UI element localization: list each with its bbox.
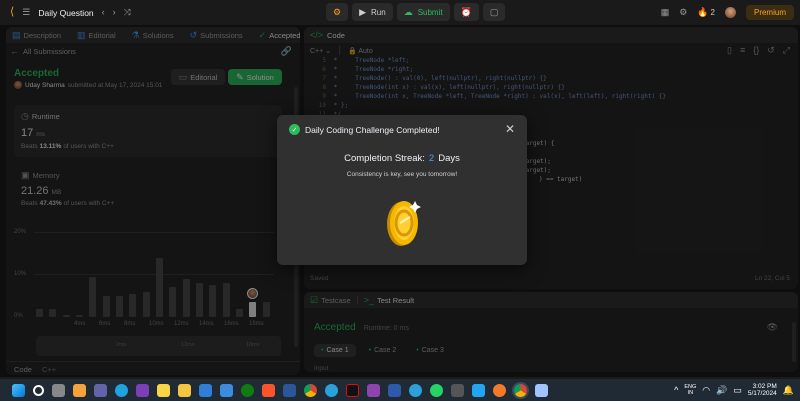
modal-message: Consistency is key, see you tomorrow! [346, 171, 458, 178]
edge-icon[interactable] [115, 383, 128, 397]
vscode-icon[interactable] [472, 383, 485, 397]
file-explorer-icon[interactable] [178, 383, 191, 397]
gold-coin-icon [387, 201, 421, 246]
problem-list-title[interactable]: Daily Question [38, 8, 93, 18]
word-icon[interactable] [283, 383, 296, 397]
premium-button[interactable]: Premium [745, 4, 794, 20]
bug-icon: ⚙ [333, 6, 342, 17]
chrome-active-icon[interactable] [514, 383, 527, 397]
task-view-icon[interactable] [52, 383, 65, 397]
store-icon[interactable] [220, 383, 233, 397]
sticky-notes-icon[interactable] [157, 383, 170, 397]
xbox-icon[interactable] [241, 383, 254, 397]
windows-taskbar: ^ ENG IN ◠ 🔊 ▭ 3:02 PM 5/17/2024 🔔 [0, 379, 800, 401]
teams-icon[interactable] [94, 383, 107, 397]
battery-icon[interactable]: ▭ [733, 385, 742, 395]
settings-gear-icon[interactable]: ⚙ [679, 7, 687, 17]
modal-title: Daily Coding Challenge Completed! [305, 124, 440, 135]
shuffle-icon[interactable]: ⤨ [124, 8, 131, 17]
user-avatar[interactable] [724, 6, 736, 18]
whatsapp-icon[interactable] [430, 383, 443, 397]
leetcode-logo-icon[interactable]: ⟨ [10, 7, 14, 18]
volume-icon[interactable]: 🔊 [716, 385, 727, 395]
widgets-icon[interactable] [73, 383, 86, 397]
alarm-button[interactable]: ⏰ [453, 3, 479, 21]
input-language[interactable]: ENG IN [684, 384, 696, 396]
tray-chevron-icon[interactable]: ^ [674, 385, 678, 395]
challenge-completed-modal: ✓ Daily Coding Challenge Completed! ✕ Co… [277, 115, 527, 265]
problem-list-icon[interactable]: ☰ [22, 8, 30, 17]
streak-counter[interactable]: 🔥 2 [697, 6, 715, 17]
photos-icon[interactable] [535, 383, 548, 397]
calculator-icon[interactable] [451, 383, 464, 397]
notification-icon[interactable]: 🔔 [783, 385, 794, 395]
brave-icon[interactable] [262, 383, 275, 397]
layout-icon[interactable]: ▦ [661, 7, 670, 17]
chrome-icon[interactable] [304, 383, 317, 397]
run-button[interactable]: ▶ Run [352, 3, 393, 21]
search-icon[interactable] [33, 384, 44, 396]
l-app-icon[interactable] [388, 383, 401, 397]
completion-streak: Completion Streak: 2 Days [344, 153, 460, 164]
mail-icon[interactable] [199, 383, 212, 397]
wifi-icon[interactable]: ◠ [702, 385, 710, 395]
telegram-2-icon[interactable] [409, 383, 422, 397]
note-icon: ▢ [489, 6, 499, 17]
notes-button[interactable]: ▢ [482, 3, 506, 21]
submit-button[interactable]: ☁ Submit [396, 3, 450, 21]
prev-problem-icon[interactable]: ‹ [102, 8, 105, 17]
play-icon: ▶ [359, 6, 366, 17]
fire-icon: 🔥 [697, 6, 709, 17]
next-problem-icon[interactable]: › [113, 8, 116, 17]
check-circle-icon: ✓ [289, 124, 300, 135]
netflix-icon[interactable] [346, 383, 359, 397]
onenote-2-icon[interactable] [367, 383, 380, 397]
streak-value: 2 [428, 153, 435, 164]
cloud-upload-icon: ☁ [403, 6, 413, 17]
top-bar: ⟨ ☰ Daily Question ‹ › ⤨ ⚙ ▶ Run ☁ Submit … [0, 0, 800, 25]
close-icon[interactable]: ✕ [505, 123, 515, 135]
onenote-icon[interactable] [136, 383, 149, 397]
windows-start-icon[interactable] [12, 383, 25, 397]
telegram-icon[interactable] [325, 383, 338, 397]
clock[interactable]: 3:02 PM 5/17/2024 [748, 383, 777, 397]
alarm-icon: ⏰ [460, 6, 472, 17]
blender-icon[interactable] [493, 383, 506, 397]
debug-button[interactable]: ⚙ [326, 3, 349, 21]
